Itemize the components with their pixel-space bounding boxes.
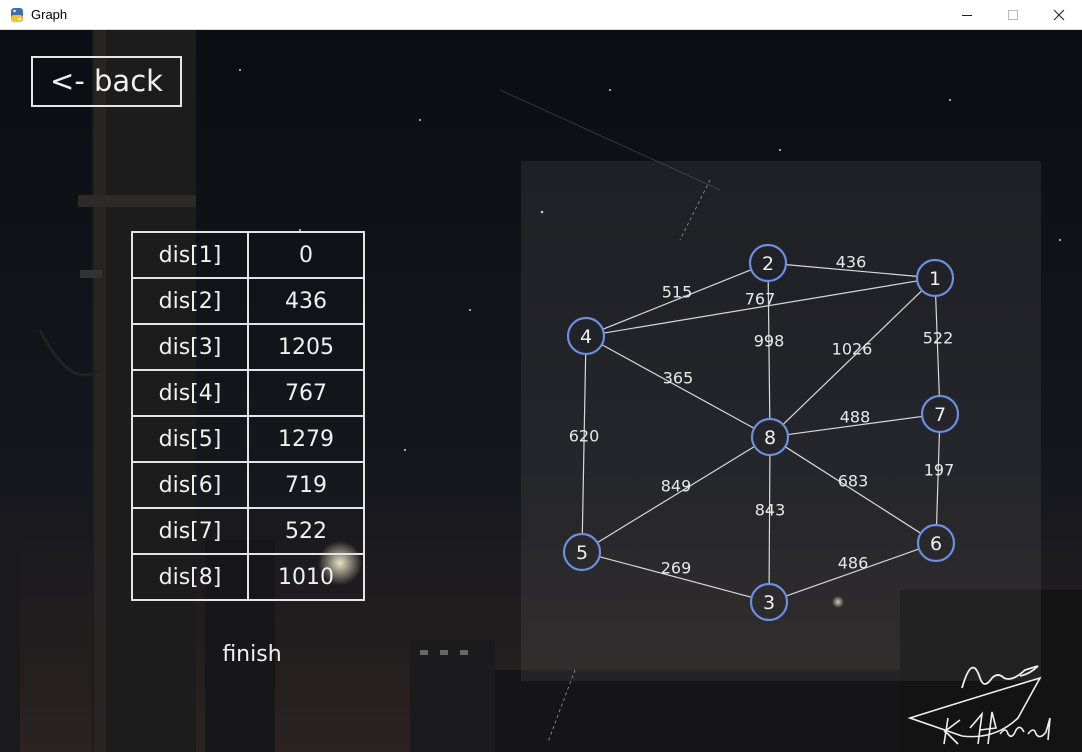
- signature-logo: [907, 665, 1051, 745]
- graph-node-6[interactable]: 6: [916, 523, 956, 563]
- edge-weight-label: 849: [661, 477, 692, 496]
- window-title: Graph: [31, 7, 68, 22]
- distance-label: dis[5]: [131, 415, 249, 463]
- edge-weight-label: 620: [569, 427, 600, 446]
- graph-edge: 843: [755, 454, 786, 585]
- distance-table: dis[1] 0 dis[2] 436 dis[3] 1205 dis[4] 7…: [131, 231, 365, 601]
- table-row: dis[7] 522: [131, 507, 365, 555]
- distance-label: dis[7]: [131, 507, 249, 555]
- table-row: dis[6] 719: [131, 461, 365, 509]
- edge-weight-label: 488: [840, 408, 871, 427]
- distance-label: dis[6]: [131, 461, 249, 509]
- table-row: dis[1] 0: [131, 231, 365, 279]
- edge-weight-label: 998: [754, 332, 785, 351]
- distance-value: 719: [247, 461, 365, 509]
- close-button[interactable]: [1036, 0, 1082, 30]
- app-canvas: <- back dis[1] 0 dis[2] 436 dis[3] 1205 …: [0, 30, 1082, 752]
- graph-node-5[interactable]: 5: [562, 532, 602, 572]
- node-label: 7: [934, 404, 946, 426]
- graph-node-1[interactable]: 1: [915, 258, 955, 298]
- graph-node-8[interactable]: 8: [750, 417, 790, 457]
- edge-weight-label: 436: [836, 253, 867, 272]
- distance-value: 1205: [247, 323, 365, 371]
- graph-node-3[interactable]: 3: [749, 582, 789, 622]
- distance-value: 1010: [247, 553, 365, 601]
- node-label: 8: [764, 427, 776, 449]
- edge-weight-label: 365: [663, 369, 694, 388]
- distance-value: 522: [247, 507, 365, 555]
- close-icon: [1053, 9, 1065, 21]
- edge-layer: 436 515 767 998 1026 522 365 488 620 849 683 197 843…: [569, 253, 955, 598]
- graph-edge: 849: [597, 445, 755, 544]
- edge-weight-label: 767: [745, 290, 776, 309]
- graph-edge: 269: [599, 556, 752, 598]
- graph-node-4[interactable]: 4: [566, 316, 606, 356]
- distance-label: dis[4]: [131, 369, 249, 417]
- distance-label: dis[2]: [131, 277, 249, 325]
- graph-edge: 767: [603, 280, 918, 334]
- table-row: dis[2] 436: [131, 277, 365, 325]
- graph-edge: 365: [601, 344, 755, 429]
- graph-canvas: 436515 767998 1026522365488620849 683197843…: [562, 243, 960, 622]
- edge-line: [768, 454, 771, 585]
- distance-value: 436: [247, 277, 365, 325]
- edge-weight-label: 522: [923, 329, 954, 348]
- edge-weight-label: 197: [924, 461, 955, 480]
- graph-node-7[interactable]: 7: [920, 394, 960, 434]
- distance-value: 0: [247, 231, 365, 279]
- table-row: dis[3] 1205: [131, 323, 365, 371]
- edge-weight-label: 843: [755, 501, 786, 520]
- node-label: 1: [929, 268, 941, 290]
- status-text: finish: [222, 642, 282, 667]
- distance-value: 1279: [247, 415, 365, 463]
- graph-edge: 436: [785, 253, 918, 277]
- maximize-button[interactable]: [990, 0, 1036, 30]
- edge-weight-label: 683: [838, 472, 869, 491]
- distance-label: dis[1]: [131, 231, 249, 279]
- graph-edge: 197: [924, 431, 955, 526]
- node-label: 2: [762, 253, 774, 275]
- graph-edge: 488: [787, 408, 923, 436]
- graph-panel: 436 515 767 998 1026 522 365 488 620 849 683 197 843…: [521, 161, 1041, 681]
- table-row: dis[4] 767: [131, 369, 365, 417]
- window-titlebar: Graph: [0, 0, 1082, 30]
- graph-node-2[interactable]: 2: [748, 243, 788, 283]
- distance-label: dis[3]: [131, 323, 249, 371]
- node-label: 4: [580, 326, 592, 348]
- maximize-icon: [1008, 10, 1018, 20]
- minimize-button[interactable]: [944, 0, 990, 30]
- distance-label: dis[8]: [131, 553, 249, 601]
- edge-weight-label: 269: [661, 559, 692, 578]
- edge-weight-label: 486: [838, 554, 869, 573]
- minimize-icon: [962, 15, 972, 16]
- node-label: 5: [576, 542, 588, 564]
- back-button[interactable]: <- back: [31, 56, 182, 107]
- node-label: 6: [930, 533, 942, 555]
- python-app-icon: [11, 8, 23, 22]
- graph-edge: 683: [784, 446, 922, 534]
- graph-edge: 620: [569, 353, 600, 535]
- table-row: dis[8] 1010: [131, 553, 365, 601]
- table-row: dis[5] 1279: [131, 415, 365, 463]
- edge-weight-label: 515: [662, 283, 693, 302]
- edge-weight-label: 1026: [832, 340, 873, 359]
- distance-value: 767: [247, 369, 365, 417]
- graph-edge: 522: [923, 295, 954, 397]
- node-label: 3: [763, 592, 775, 614]
- graph-edge: 1026: [782, 290, 923, 425]
- graph-edge: 486: [785, 548, 920, 597]
